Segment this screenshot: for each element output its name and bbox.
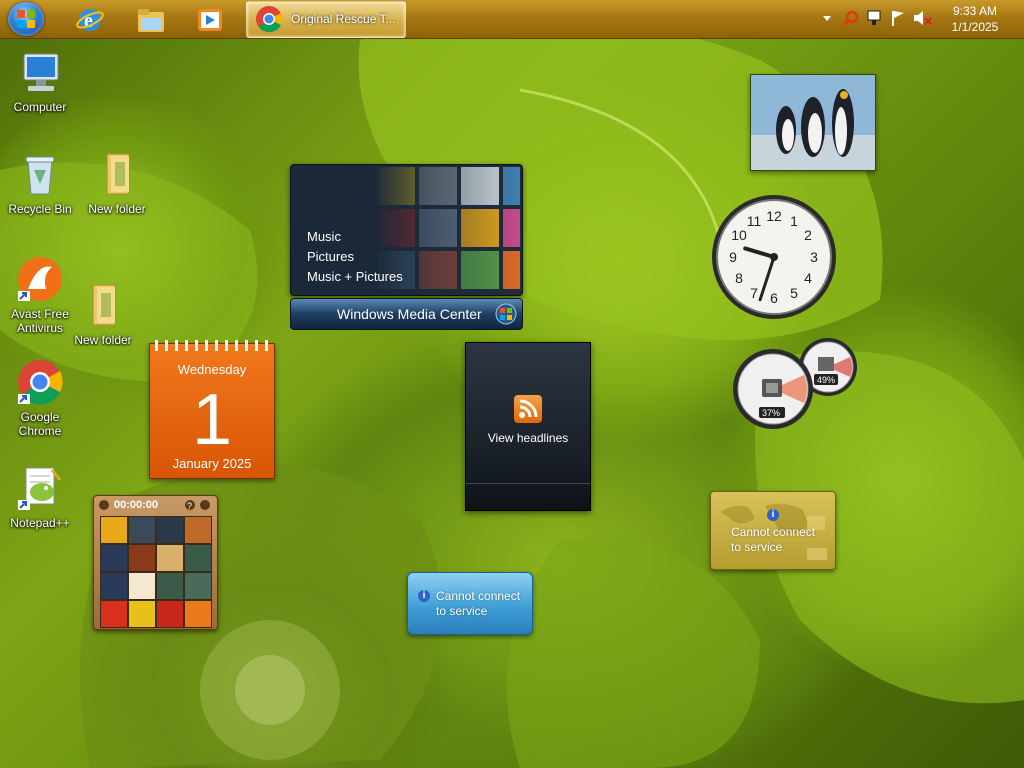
computer-icon: [23, 53, 59, 91]
clock-date: 1/1/2025: [951, 20, 999, 34]
calendar-rings: [155, 340, 268, 351]
calendar-month: January 2025: [172, 456, 252, 471]
media-center-menu-music[interactable]: Music: [307, 229, 341, 244]
clock-time: 9:33 AM: [952, 4, 998, 18]
clock-numeral: 8: [735, 270, 743, 286]
puzzle-help-icon[interactable]: ?: [184, 499, 196, 511]
ie-icon: e: [76, 9, 104, 32]
taskbar-active-task[interactable]: Original Rescue T...: [246, 1, 406, 38]
windows-logo-icon: [17, 10, 35, 28]
clock-numeral: 1: [790, 213, 798, 229]
media-center-menu-music-pictures[interactable]: Music + Pictures: [307, 269, 403, 284]
clock-numeral: 5: [790, 285, 798, 301]
windows-logo-icon: [495, 303, 517, 325]
task-label: Original Rescue T...: [291, 12, 396, 26]
media-center-title-bar[interactable]: Windows Media Center: [290, 298, 523, 330]
clock-numeral: 7: [750, 285, 758, 301]
info-icon: i: [418, 590, 430, 602]
info-icon: i: [767, 509, 779, 521]
cpu-usage-value: 37%: [762, 408, 781, 418]
action-center-flag-icon[interactable]: [892, 11, 904, 26]
calendar-gadget[interactable]: Wednesday 1 January 2025: [149, 340, 275, 479]
desktop-icon-label: Computer: [13, 100, 67, 114]
chrome-icon: [256, 6, 283, 33]
desktop-icon-new-folder-1[interactable]: New folder: [79, 152, 155, 216]
desktop-icon-label: New folder: [74, 333, 132, 347]
media-center-menu-pictures[interactable]: Pictures: [307, 249, 354, 264]
clock-numeral: 6: [770, 290, 778, 306]
desktop-icon-label: Recycle Bin: [8, 202, 72, 216]
slideshow-gadget[interactable]: [750, 74, 876, 171]
calendar-day-number: 1: [191, 380, 233, 460]
system-tray: [823, 10, 932, 27]
weather-gadget-gold[interactable]: i Cannot connect to service: [710, 491, 836, 570]
weather-message-line1: Cannot connect: [436, 589, 521, 603]
clock-numeral: 3: [810, 249, 818, 265]
media-center-gadget[interactable]: Music Pictures Music + Pictures: [290, 164, 523, 296]
start-button[interactable]: [8, 2, 44, 36]
clock-numeral: 12: [766, 208, 782, 224]
network-icon[interactable]: [867, 10, 881, 25]
recycle-bin-icon: [25, 156, 55, 195]
calendar-weekday: Wednesday: [177, 362, 247, 377]
desktop-icon-computer[interactable]: Computer: [2, 50, 78, 114]
desktop-icon-new-folder-2[interactable]: New folder: [65, 283, 141, 347]
avast-icon: [18, 257, 62, 301]
desktop: e Original Rescue T... 9:33 AM 1/1/2025 …: [0, 0, 1024, 768]
media-center-title: Windows Media Center: [337, 306, 482, 322]
desktop-icon-google-chrome[interactable]: Google Chrome: [2, 358, 78, 438]
desktop-icon-label: Google Chrome: [18, 410, 62, 438]
clock-numeral: 4: [804, 270, 812, 286]
search-icon[interactable]: [842, 10, 859, 27]
taskbar: e Original Rescue T... 9:33 AM 1/1/2025: [0, 0, 1024, 39]
svg-text:?: ?: [187, 501, 192, 511]
taskbar-ie-button[interactable]: e: [68, 3, 112, 35]
folder-icon: [138, 9, 164, 32]
feed-headlines-gadget[interactable]: View headlines: [465, 342, 591, 511]
puzzle-solve-icon[interactable]: [199, 499, 211, 511]
chrome-icon: [18, 360, 63, 405]
weather-gadget-blue[interactable]: i Cannot connect to service: [407, 572, 533, 635]
weather-message-line2: to service: [731, 540, 783, 554]
folder-icon: [92, 284, 116, 326]
notepad-plus-icon: [18, 467, 62, 510]
clock-gadget[interactable]: 12 1 2 3 4 5 6 7 8 9 10 11: [711, 194, 837, 320]
clock-numeral: 10: [731, 227, 747, 243]
clock-numeral: 9: [729, 249, 737, 265]
memory-usage-value: 49%: [817, 375, 836, 385]
view-headlines-link[interactable]: View headlines: [466, 431, 590, 445]
puzzle-timer: 00:00:00: [114, 499, 159, 511]
analog-clock: 12 1 2 3 4 5 6 7 8 9 10 11: [712, 195, 836, 319]
weather-message-line2: to service: [436, 604, 488, 618]
folder-icon: [106, 153, 130, 195]
desktop-icon-label: Notepad++: [10, 516, 70, 530]
rss-icon: [514, 395, 542, 423]
desktop-icon-label: New folder: [88, 202, 146, 216]
cpu-meter-gadget[interactable]: 49% 37%: [732, 337, 860, 432]
cpu-meter-dials: [733, 338, 857, 429]
clock-numeral: 11: [747, 213, 762, 229]
desktop-icon-notepad-plus[interactable]: Notepad++: [2, 466, 78, 530]
clock-numeral: 2: [804, 227, 812, 243]
media-player-icon: [198, 9, 222, 31]
weather-message-line1: Cannot connect: [731, 525, 816, 539]
speaker-muted-icon[interactable]: [914, 11, 932, 25]
desktop-icon-recycle-bin[interactable]: Recycle Bin: [2, 152, 78, 216]
taskbar-media-player-button[interactable]: [188, 3, 232, 35]
penguins-photo: [751, 75, 875, 170]
taskbar-explorer-button[interactable]: [128, 3, 172, 35]
taskbar-clock[interactable]: 9:33 AM 1/1/2025: [940, 3, 1010, 35]
puzzle-show-picture-icon[interactable]: [98, 499, 110, 511]
chevron-up-icon[interactable]: [823, 16, 831, 21]
picture-puzzle-gadget[interactable]: 00:00:00 ?: [93, 495, 218, 630]
